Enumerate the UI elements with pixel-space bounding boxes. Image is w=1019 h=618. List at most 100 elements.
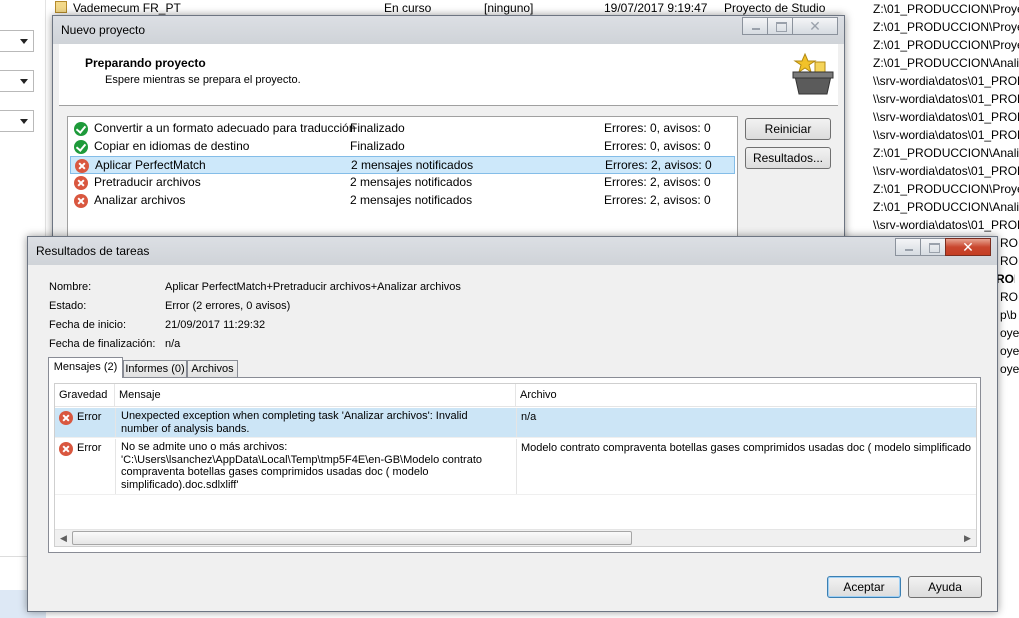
dialog-titlebar: Resultados de tareas ✕ — [28, 237, 997, 265]
task-results-dialog: Resultados de tareas ✕ Nombre: Aplicar P… — [27, 236, 998, 612]
minimize-button[interactable] — [742, 17, 768, 35]
table-row[interactable]: Error Unexpected exception when completin… — [55, 408, 976, 438]
start-date-label: Fecha de inicio: — [49, 319, 127, 331]
task-state: 2 mensajes notificados — [350, 175, 473, 189]
file-cell: Modelo contrato compraventa botellas gas… — [521, 442, 972, 454]
header-subtitle: Espere mientras se prepara el proyecto. — [105, 74, 301, 86]
task-state: 2 mensajes notificados — [351, 158, 474, 172]
project-status: En curso — [384, 1, 432, 15]
maximize-button[interactable] — [920, 238, 946, 256]
file-cell: n/a — [521, 411, 537, 423]
dialog-title: Resultados de tareas — [36, 244, 150, 258]
close-icon: ✕ — [962, 239, 974, 255]
tab-messages[interactable]: Mensajes (2) — [48, 357, 123, 378]
project-path-fragment: ROD — [1000, 254, 1019, 268]
scroll-right-icon[interactable]: ▶ — [959, 530, 976, 546]
project-type: Proyecto de Studio — [724, 1, 826, 15]
project-path: \\srv-wordia\datos\01_PROD — [873, 128, 1019, 142]
project-path-fragment: ROD — [996, 272, 1015, 286]
message-line: number of analysis bands. — [121, 422, 250, 435]
messages-panel: Gravedad Mensaje Archivo Error Unexpected… — [48, 377, 981, 553]
close-button[interactable]: ✕ — [792, 17, 838, 35]
project-path: \\srv-wordia\datos\01_PROD — [873, 218, 1019, 232]
project-path-fragment: ROD — [1000, 236, 1019, 250]
end-date-label: Fecha de finalización: — [49, 338, 156, 350]
task-result: Errores: 2, avisos: 0 — [605, 158, 712, 172]
project-path: Z:\01_PRODUCCION\Proyec — [873, 182, 1019, 196]
project-icon — [55, 1, 67, 13]
column-divider — [516, 408, 517, 437]
scroll-left-icon[interactable]: ◀ — [55, 530, 72, 546]
error-icon — [59, 442, 73, 456]
maximize-button[interactable] — [767, 17, 793, 35]
column-severity[interactable]: Gravedad — [55, 384, 115, 407]
project-path-fragment: p\b — [1000, 308, 1017, 322]
filter-dropdown-2[interactable] — [0, 70, 34, 92]
task-state: Finalizado — [350, 139, 405, 153]
message-line: Unexpected exception when completing tas… — [121, 410, 468, 422]
horizontal-scrollbar[interactable]: ◀ ▶ — [55, 529, 976, 546]
task-state: 2 mensajes notificados — [350, 193, 473, 207]
task-row[interactable]: Aplicar PerfectMatch 2 mensajes notificad… — [70, 156, 735, 174]
grid-header: Gravedad Mensaje Archivo — [55, 384, 976, 407]
column-divider — [516, 439, 517, 494]
header-title: Preparando proyecto — [85, 56, 206, 70]
task-name: Pretraducir archivos — [94, 175, 201, 189]
task-name: Copiar en idiomas de destino — [94, 139, 250, 153]
task-row[interactable]: Analizar archivos 2 mensajes notificados E… — [70, 192, 735, 210]
message-cell: Unexpected exception when completing tas… — [121, 410, 513, 435]
task-row[interactable]: Copiar en idiomas de destino Finalizado Er… — [70, 138, 735, 156]
project-path-fragment: oyec — [1000, 344, 1019, 358]
close-button[interactable]: ✕ — [945, 238, 991, 256]
project-path-fragment: ROD — [1000, 290, 1019, 304]
table-row[interactable]: Error No se admite uno o más archivos: 'C:… — [55, 439, 976, 495]
column-file[interactable]: Archivo — [516, 384, 976, 407]
results-button[interactable]: Resultados... — [745, 147, 831, 169]
task-row[interactable]: Pretraducir archivos 2 mensajes notificad… — [70, 174, 735, 192]
project-path: Z:\01_PRODUCCION\Analisi — [873, 146, 1019, 160]
error-icon — [74, 176, 88, 190]
severity-cell: Error — [77, 411, 102, 423]
filter-dropdown-3[interactable] — [0, 110, 34, 132]
task-result: Errores: 2, avisos: 0 — [604, 193, 711, 207]
minimize-button[interactable] — [895, 238, 921, 256]
messages-grid: Gravedad Mensaje Archivo Error Unexpected… — [54, 383, 977, 547]
project-path: \\srv-wordia\datos\01_PROD — [873, 110, 1019, 124]
error-icon — [75, 159, 89, 173]
scrollbar-thumb[interactable] — [72, 531, 632, 545]
name-value: Aplicar PerfectMatch+Pretraducir archivo… — [165, 281, 461, 293]
project-path: Z:\01_PRODUCCION\Proyec — [873, 2, 1019, 16]
filter-dropdown-1[interactable] — [0, 30, 34, 52]
project-path: Z:\01_PRODUCCION\Analisi — [873, 200, 1019, 214]
chevron-down-icon — [20, 39, 28, 44]
task-name: Analizar archivos — [94, 193, 186, 207]
state-value: Error (2 errores, 0 avisos) — [165, 300, 291, 312]
success-check-icon — [74, 122, 88, 136]
accept-button[interactable]: Aceptar — [827, 576, 901, 598]
tab-files[interactable]: Archivos — [187, 360, 238, 378]
project-path: Z:\01_PRODUCCION\Analisi — [873, 56, 1019, 70]
message-line: 'C:\Users\lsanchez\AppData\Local\Temp\tm… — [121, 453, 482, 466]
task-row[interactable]: Convertir a un formato adecuado para tra… — [70, 120, 735, 138]
task-result: Errores: 0, avisos: 0 — [604, 139, 711, 153]
project-path: Z:\01_PRODUCCION\Proyec — [873, 38, 1019, 52]
tab-reports[interactable]: Informes (0) — [123, 360, 187, 378]
message-line: simplificado).doc.sdlxliff' — [121, 478, 239, 491]
close-icon: ✕ — [809, 18, 821, 34]
dialog-title: Nuevo proyecto — [61, 23, 146, 37]
restart-button[interactable]: Reiniciar — [745, 118, 831, 140]
project-path: \\srv-wordia\datos\01_PROD — [873, 92, 1019, 106]
help-button[interactable]: Ayuda — [908, 576, 982, 598]
task-result: Errores: 2, avisos: 0 — [604, 175, 711, 189]
task-result: Errores: 0, avisos: 0 — [604, 121, 711, 135]
chevron-down-icon — [20, 119, 28, 124]
start-date-value: 21/09/2017 11:29:32 — [165, 319, 266, 331]
column-message[interactable]: Mensaje — [115, 384, 516, 407]
dialog-header: Preparando proyecto Espere mientras se p… — [59, 44, 838, 106]
name-label: Nombre: — [49, 281, 92, 293]
project-date: 19/07/2017 9:19:47 — [604, 1, 708, 15]
project-path: \\srv-wordia\datos\01_PROD — [873, 164, 1019, 178]
task-state: Finalizado — [350, 121, 405, 135]
message-line: compraventa botellas gases comprimidos u… — [121, 466, 429, 478]
column-divider — [115, 408, 116, 437]
